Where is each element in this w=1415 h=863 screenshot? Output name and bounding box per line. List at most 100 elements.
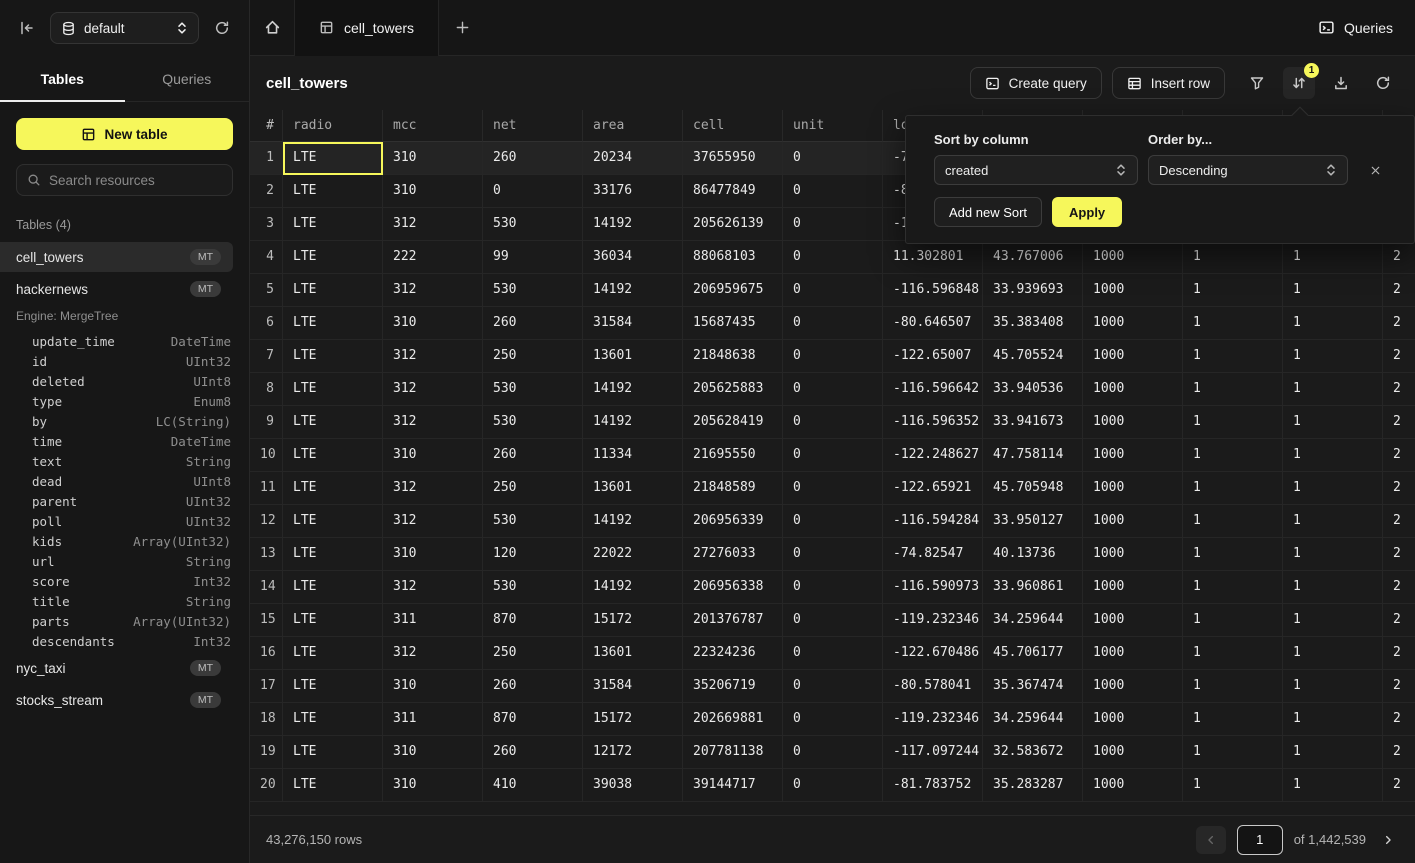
table-cell[interactable]: 312 <box>383 637 483 670</box>
table-cell[interactable]: 21848638 <box>683 340 783 373</box>
table-cell[interactable]: LTE <box>283 571 383 604</box>
database-selector[interactable]: default <box>50 12 199 44</box>
table-cell[interactable]: 1 <box>1183 505 1283 538</box>
table-cell[interactable]: 1 <box>1283 340 1383 373</box>
table-cell[interactable]: 1 <box>1283 472 1383 505</box>
table-cell[interactable]: LTE <box>283 241 383 274</box>
table-cell[interactable]: 32.583672 <box>983 736 1083 769</box>
sort-order-select[interactable]: Descending <box>1148 155 1348 185</box>
row-number[interactable]: 19 <box>250 736 283 769</box>
table-cell[interactable]: 37655950 <box>683 142 783 175</box>
remove-sort-button[interactable] <box>1364 159 1386 181</box>
table-cell[interactable]: 47.758114 <box>983 439 1083 472</box>
table-cell[interactable]: 12172 <box>583 736 683 769</box>
table-cell[interactable]: 1000 <box>1083 769 1183 802</box>
next-page-button[interactable] <box>1377 826 1399 854</box>
sidebar-table-hackernews[interactable]: hackernewsMT <box>0 274 233 304</box>
table-cell[interactable]: 1 <box>1283 538 1383 571</box>
table-cell[interactable]: 870 <box>483 604 583 637</box>
table-cell[interactable]: 1000 <box>1083 703 1183 736</box>
column-header[interactable]: radio <box>283 110 383 142</box>
row-number[interactable]: 11 <box>250 472 283 505</box>
table-cell[interactable]: LTE <box>283 505 383 538</box>
table-cell[interactable]: 33.941673 <box>983 406 1083 439</box>
refresh-table-button[interactable] <box>1367 67 1399 99</box>
table-cell[interactable]: 250 <box>483 637 583 670</box>
table-cell[interactable]: 0 <box>783 340 883 373</box>
table-cell[interactable]: -122.248627 <box>883 439 983 472</box>
table-cell[interactable]: 1000 <box>1083 307 1183 340</box>
row-number[interactable]: 12 <box>250 505 283 538</box>
table-cell[interactable]: 34.259644 <box>983 703 1083 736</box>
table-cell[interactable]: 2 <box>1383 670 1415 703</box>
table-cell[interactable]: 14192 <box>583 373 683 406</box>
table-cell[interactable]: 0 <box>783 142 883 175</box>
table-cell[interactable]: 310 <box>383 439 483 472</box>
previous-page-button[interactable] <box>1196 826 1226 854</box>
table-cell[interactable]: 0 <box>783 241 883 274</box>
table-cell[interactable]: 99 <box>483 241 583 274</box>
table-cell[interactable]: 33.939693 <box>983 274 1083 307</box>
table-cell[interactable]: 1 <box>1283 274 1383 307</box>
table-cell[interactable]: 1 <box>1183 472 1283 505</box>
table-cell[interactable]: 2 <box>1383 505 1415 538</box>
table-cell[interactable]: -81.783752 <box>883 769 983 802</box>
table-cell[interactable]: 205625883 <box>683 373 783 406</box>
table-cell[interactable]: 1 <box>1283 241 1383 274</box>
home-button[interactable] <box>250 0 294 56</box>
table-cell[interactable]: 1 <box>1183 637 1283 670</box>
table-cell[interactable]: -116.596642 <box>883 373 983 406</box>
table-cell[interactable]: 20234 <box>583 142 683 175</box>
table-cell[interactable]: -116.596848 <box>883 274 983 307</box>
table-cell[interactable]: 88068103 <box>683 241 783 274</box>
table-cell[interactable]: 31584 <box>583 307 683 340</box>
table-cell[interactable]: LTE <box>283 670 383 703</box>
table-cell[interactable]: 530 <box>483 208 583 241</box>
table-cell[interactable]: 120 <box>483 538 583 571</box>
table-cell[interactable]: LTE <box>283 175 383 208</box>
table-cell[interactable]: LTE <box>283 439 383 472</box>
row-number[interactable]: 17 <box>250 670 283 703</box>
table-cell[interactable]: 15687435 <box>683 307 783 340</box>
table-cell[interactable]: 312 <box>383 373 483 406</box>
column-header[interactable]: unit <box>783 110 883 142</box>
table-cell[interactable]: 2 <box>1383 604 1415 637</box>
table-cell[interactable]: 1 <box>1283 571 1383 604</box>
row-number[interactable]: 4 <box>250 241 283 274</box>
table-cell[interactable]: 14192 <box>583 406 683 439</box>
table-cell[interactable]: 21695550 <box>683 439 783 472</box>
table-cell[interactable]: 260 <box>483 670 583 703</box>
table-cell[interactable]: 1 <box>1283 505 1383 538</box>
table-cell[interactable]: -122.65921 <box>883 472 983 505</box>
table-cell[interactable]: LTE <box>283 472 383 505</box>
table-cell[interactable]: 1 <box>1183 604 1283 637</box>
table-cell[interactable]: 2 <box>1383 241 1415 274</box>
table-cell[interactable]: 0 <box>783 571 883 604</box>
table-cell[interactable]: 1 <box>1283 406 1383 439</box>
table-cell[interactable]: 1000 <box>1083 538 1183 571</box>
table-cell[interactable]: 14192 <box>583 571 683 604</box>
table-cell[interactable]: 1 <box>1283 604 1383 637</box>
row-number[interactable]: 14 <box>250 571 283 604</box>
table-cell[interactable]: 530 <box>483 406 583 439</box>
table-cell[interactable]: 0 <box>783 307 883 340</box>
table-cell[interactable]: 2 <box>1383 637 1415 670</box>
table-cell[interactable]: 312 <box>383 472 483 505</box>
table-cell[interactable]: 33.940536 <box>983 373 1083 406</box>
table-cell[interactable]: 312 <box>383 406 483 439</box>
table-cell[interactable]: 0 <box>783 274 883 307</box>
table-cell[interactable]: 207781138 <box>683 736 783 769</box>
download-button[interactable] <box>1325 67 1357 99</box>
table-cell[interactable]: 205626139 <box>683 208 783 241</box>
table-cell[interactable]: 0 <box>783 373 883 406</box>
table-cell[interactable]: LTE <box>283 142 383 175</box>
table-cell[interactable]: 43.767006 <box>983 241 1083 274</box>
table-cell[interactable]: 15172 <box>583 703 683 736</box>
table-cell[interactable]: 1 <box>1183 439 1283 472</box>
table-cell[interactable]: -119.232346 <box>883 604 983 637</box>
queries-button[interactable]: Queries <box>1318 19 1393 36</box>
table-cell[interactable]: 0 <box>783 175 883 208</box>
table-cell[interactable]: 1000 <box>1083 241 1183 274</box>
row-number[interactable]: 1 <box>250 142 283 175</box>
table-cell[interactable]: LTE <box>283 208 383 241</box>
